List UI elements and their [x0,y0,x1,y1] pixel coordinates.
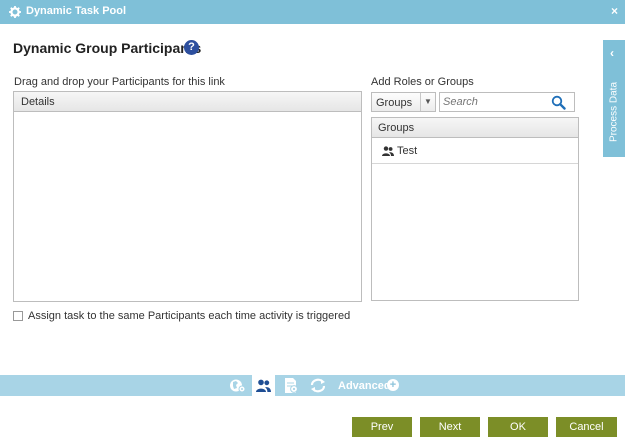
groups-list: Groups Test [371,117,579,301]
role-type-select-value: Groups [376,97,413,109]
search-box[interactable] [439,92,575,112]
users-icon [256,379,271,392]
process-data-label: Process Data [608,81,620,143]
window-titlebar: Dynamic Task Pool × [0,0,625,24]
prev-button[interactable]: Prev [352,417,412,437]
ok-button[interactable]: OK [488,417,548,437]
chevron-down-icon[interactable]: ▼ [420,93,435,111]
bottom-toolbar: Advanced + [0,375,625,396]
close-icon[interactable]: × [611,4,618,18]
document-settings-icon[interactable] [281,377,301,394]
assign-checkbox-label: Assign task to the same Participants eac… [28,310,351,322]
search-icon[interactable] [551,95,566,110]
gear-icon [9,6,21,18]
process-data-tab[interactable]: ‹ Process Data [603,40,625,157]
window-title: Dynamic Task Pool [26,5,127,17]
groups-list-header: Groups [372,118,578,138]
users-icon [382,146,394,156]
page-title: Dynamic Group Participants [13,40,202,56]
group-item-label: Test [397,145,418,157]
globe-gear-icon[interactable] [228,377,248,394]
help-icon[interactable]: ? [184,40,199,55]
search-input[interactable] [440,93,548,111]
tab-participants[interactable] [252,375,275,396]
assign-checkbox[interactable] [13,311,23,321]
participants-drop-area[interactable]: Details [13,91,362,302]
group-item-test[interactable]: Test [372,138,578,164]
details-column-header: Details [14,92,361,112]
refresh-icon[interactable] [308,377,328,394]
next-button[interactable]: Next [420,417,480,437]
participants-instruction: Drag and drop your Participants for this… [14,76,225,88]
chevron-left-icon: ‹ [610,46,614,60]
cancel-button[interactable]: Cancel [556,417,617,437]
role-type-select[interactable]: Groups ▼ [371,92,436,112]
advanced-link[interactable]: Advanced [338,380,391,392]
add-roles-groups-label: Add Roles or Groups [371,76,474,88]
plus-icon[interactable]: + [387,379,399,391]
